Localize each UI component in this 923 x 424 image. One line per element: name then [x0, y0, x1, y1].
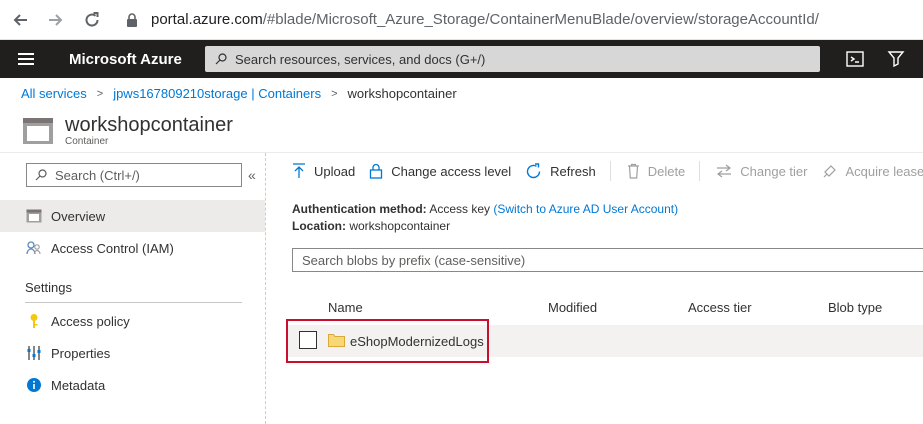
chevron-right-icon: >: [96, 87, 104, 100]
global-search-placeholder: Search resources, services, and docs (G+…: [235, 51, 486, 67]
resource-menu: Search (Ctrl+/) « Overview Access Contro…: [0, 153, 266, 424]
azure-topbar: Microsoft Azure Search resources, servic…: [0, 40, 923, 78]
search-icon: [35, 169, 47, 181]
menu-search-placeholder: Search (Ctrl+/): [55, 167, 140, 183]
refresh-icon: [527, 162, 541, 178]
cloud-shell-icon[interactable]: [845, 49, 865, 69]
directory-filter-icon[interactable]: [886, 49, 906, 69]
blob-search-placeholder: Search blobs by prefix (case-sensitive): [302, 252, 526, 268]
change-access-level-button[interactable]: Change access level: [369, 163, 511, 179]
container-info: Authentication method: Access key (Switc…: [292, 201, 678, 235]
upload-label: Upload: [314, 163, 356, 179]
column-header-blob-type[interactable]: Blob type: [828, 300, 882, 315]
menu-item-label: Overview: [51, 208, 106, 224]
toolbar-separator: [609, 161, 611, 181]
breadcrumb: All services > jpws167809210storage | Co…: [21, 86, 457, 101]
delete-button[interactable]: Delete: [627, 163, 686, 179]
column-header-modified[interactable]: Modified: [548, 300, 597, 315]
refresh-button[interactable]: Refresh: [525, 162, 596, 180]
back-icon[interactable]: [9, 9, 31, 31]
divider: [25, 302, 242, 303]
url-path: /#blade/Microsoft_Azure_Storage/Containe…: [262, 11, 819, 28]
table-header: Name Modified Access tier Blob type: [292, 296, 923, 320]
breadcrumb-current: workshopcontainer: [347, 86, 457, 101]
address-bar[interactable]: portal.azure.com/#blade/Microsoft_Azure_…: [125, 11, 819, 28]
browser-toolbar: portal.azure.com/#blade/Microsoft_Azure_…: [0, 0, 923, 40]
menu-item-overview[interactable]: Overview: [0, 200, 265, 232]
breadcrumb-all-services[interactable]: All services: [21, 86, 87, 101]
auth-method-label: Authentication method:: [292, 202, 427, 216]
reload-icon[interactable]: [81, 9, 103, 31]
container-icon: [23, 118, 53, 144]
swap-icon: [717, 164, 732, 178]
location-label: Location:: [292, 219, 346, 233]
menu-item-label: Metadata: [51, 377, 106, 393]
upload-button[interactable]: Upload: [292, 163, 355, 179]
upload-icon: [293, 163, 305, 178]
forward-icon[interactable]: [45, 9, 67, 31]
menu-item-access-policy[interactable]: Access policy: [0, 305, 265, 337]
blob-search-input[interactable]: Search blobs by prefix (case-sensitive): [292, 248, 923, 272]
brand-logo[interactable]: Microsoft Azure: [69, 51, 182, 68]
trash-icon: [627, 163, 639, 179]
info-icon: [25, 376, 43, 394]
delete-label: Delete: [647, 163, 686, 179]
collapse-menu-icon[interactable]: «: [248, 167, 256, 183]
menu-item-label: Properties: [51, 345, 111, 361]
change-tier-label: Change tier: [740, 163, 808, 179]
acquire-lease-label: Acquire lease: [845, 163, 923, 179]
menu-icon[interactable]: [18, 50, 34, 68]
menu-item-properties[interactable]: Properties: [0, 337, 265, 369]
page-subtitle: Container: [65, 136, 109, 147]
location-value: workshopcontainer: [349, 219, 451, 233]
global-search-input[interactable]: Search resources, services, and docs (G+…: [205, 46, 820, 72]
key-icon: [25, 312, 43, 330]
menu-item-metadata[interactable]: Metadata: [0, 369, 265, 401]
chevron-right-icon: >: [331, 87, 338, 100]
toolbar-separator: [699, 161, 701, 181]
change-tier-button[interactable]: Change tier: [716, 163, 808, 179]
lock-icon: [370, 163, 383, 179]
breadcrumb-containers[interactable]: jpws167809210storage | Containers: [113, 86, 321, 101]
resource-header: workshopcontainer Container: [22, 114, 233, 147]
menu-item-access-control[interactable]: Access Control (IAM): [0, 232, 265, 264]
page-title: workshopcontainer: [65, 114, 233, 136]
url-host: portal.azure.com: [151, 11, 263, 28]
acquire-lease-button[interactable]: Acquire lease: [822, 163, 923, 179]
change-access-level-label: Change access level: [391, 163, 512, 179]
command-bar: Upload Change access level Refresh Delet…: [292, 158, 923, 184]
link-icon: [823, 165, 836, 178]
lock-icon: [127, 12, 137, 27]
auth-method-value: Access key: [429, 202, 491, 216]
column-header-name[interactable]: Name: [328, 300, 363, 315]
menu-item-label: Access Control (IAM): [51, 240, 174, 256]
menu-item-label: Access policy: [51, 313, 130, 329]
container-icon: [25, 207, 43, 225]
refresh-label: Refresh: [550, 163, 596, 179]
section-header-settings: Settings: [25, 280, 72, 295]
highlight-annotation: [286, 319, 489, 363]
people-icon: [25, 239, 43, 257]
menu-search-input[interactable]: Search (Ctrl+/): [26, 163, 242, 187]
switch-auth-link[interactable]: (Switch to Azure AD User Account): [493, 202, 678, 216]
search-icon: [215, 53, 227, 65]
column-header-access-tier[interactable]: Access tier: [688, 300, 752, 315]
sliders-icon: [25, 344, 43, 362]
